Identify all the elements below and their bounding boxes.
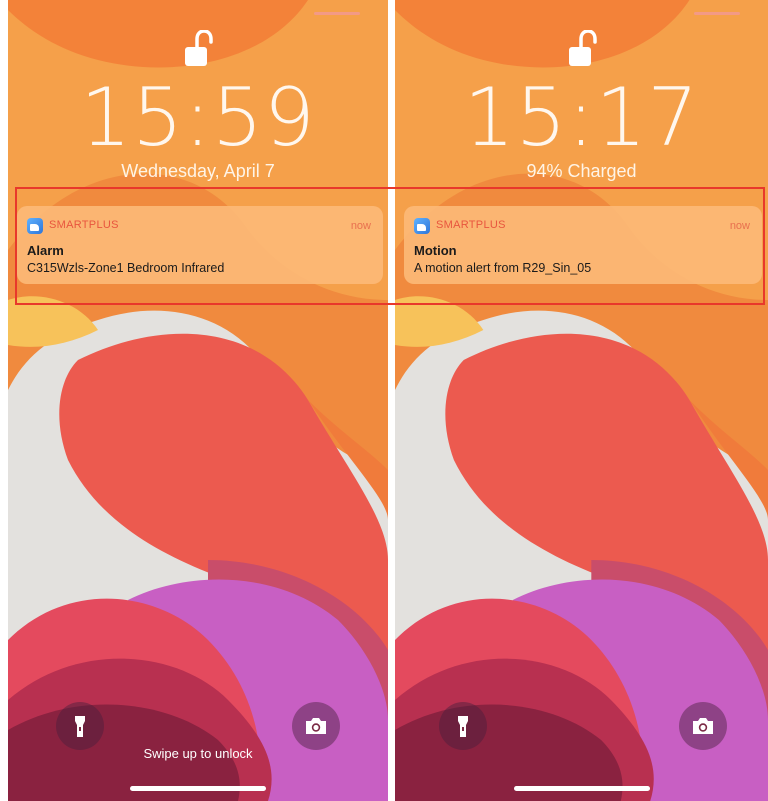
unlocked-padlock-icon	[185, 30, 213, 66]
camera-icon	[693, 718, 713, 734]
lockscreen-clock: 15:59	[80, 71, 316, 164]
status-indicator	[314, 12, 360, 15]
camera-button[interactable]	[679, 702, 727, 750]
flashlight-button[interactable]	[439, 702, 487, 750]
lockscreen-clock: 15:17	[463, 71, 700, 164]
notification-card[interactable]: SMARTPLUS now Motion A motion alert from…	[404, 206, 762, 284]
swipe-up-hint: Swipe up to unlock	[143, 746, 253, 761]
home-indicator[interactable]	[513, 786, 650, 791]
unlocked-padlock-icon	[568, 30, 597, 66]
status-indicator	[694, 12, 740, 15]
notification-timestamp: now	[350, 220, 371, 232]
notification-body: A motion alert from R29_Sin_05	[414, 261, 592, 275]
smartplus-app-icon	[27, 218, 43, 234]
flashlight-icon	[458, 716, 468, 737]
notification-app-name: SMARTPLUS	[49, 219, 119, 231]
battery-status: 94% Charged	[526, 161, 637, 181]
notification-title: Motion	[414, 243, 457, 258]
flashlight-icon	[75, 716, 85, 737]
notification-timestamp: now	[729, 220, 750, 232]
notification-card[interactable]: SMARTPLUS now Alarm C315Wzls-Zone1 Bedro…	[17, 206, 383, 284]
camera-icon	[306, 718, 326, 734]
home-indicator[interactable]	[130, 786, 266, 791]
flashlight-button[interactable]	[56, 702, 104, 750]
lockscreen-right: 15:17 94% Charged SMARTPLUS now Motion A…	[395, 0, 768, 801]
camera-button[interactable]	[292, 702, 340, 750]
notification-app-name: SMARTPLUS	[436, 219, 506, 231]
smartplus-app-icon	[414, 218, 430, 234]
notification-body: C315Wzls-Zone1 Bedroom Infrared	[27, 261, 225, 275]
lockscreen-left: 15:59 Wednesday, April 7 SMARTPLUS now A…	[8, 0, 388, 801]
notification-title: Alarm	[27, 243, 64, 258]
lockscreen-date: Wednesday, April 7	[121, 161, 275, 181]
